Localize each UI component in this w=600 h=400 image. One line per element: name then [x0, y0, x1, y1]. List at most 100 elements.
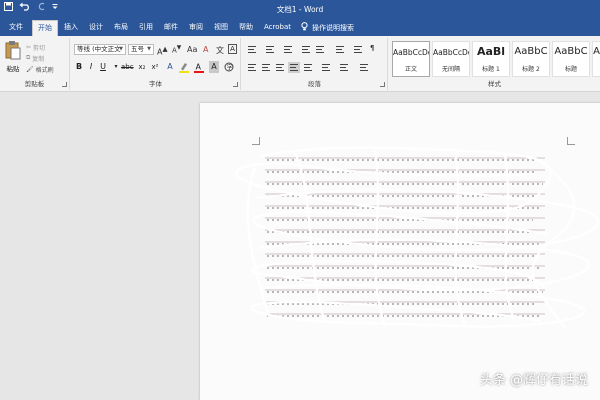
subscript-icon[interactable]: x₂ [137, 61, 147, 73]
font-size-dropdown-icon: ▼ [147, 46, 151, 52]
tell-me-label: 操作说明搜索 [312, 23, 354, 32]
shading-icon[interactable] [338, 62, 350, 73]
document-page[interactable] [200, 103, 600, 400]
ribbon-tabs: 文件 开始 插入 设计 布局 引用 邮件 审阅 视图 帮助 Acrobat 操作… [0, 18, 600, 36]
show-marks-icon[interactable]: ¶ [370, 44, 382, 55]
style-heading-1-preview: AaBl [476, 45, 506, 58]
style-no-spacing[interactable]: AaBbCcDc 无间隔 [432, 41, 470, 77]
style-normal-preview: AaBbCcDc [393, 48, 429, 57]
paragraph-group-label: 段落 [308, 80, 321, 88]
text-effects-icon[interactable]: A [165, 61, 175, 73]
copy-icon: ⧉ [26, 54, 31, 61]
font-size-value: 五号 [131, 45, 144, 53]
style-heading-2[interactable]: AaBbC 标题 2 [512, 41, 550, 77]
clipboard-launcher-icon[interactable] [62, 82, 67, 87]
align-right-icon[interactable] [274, 62, 286, 73]
borders-icon[interactable] [358, 62, 370, 73]
clear-formatting-icon[interactable]: A [203, 45, 208, 54]
style-more-preview: A [593, 46, 600, 57]
tab-review[interactable]: 审阅 [184, 20, 208, 36]
paragraph-launcher-icon[interactable] [380, 82, 385, 87]
bullets-icon[interactable] [246, 44, 258, 55]
align-center-icon[interactable] [260, 62, 272, 73]
paste-button[interactable]: 粘贴 [3, 40, 23, 76]
document-title: 文档1 - Word [276, 5, 324, 14]
clipboard-group: 粘贴 ✂ 剪切 ⧉ 复制 🖌 格式刷 剪贴板 [0, 38, 70, 90]
align-left-icon[interactable] [246, 62, 258, 73]
style-title-preview: AaBbC [554, 46, 588, 57]
bold-button[interactable]: B [74, 61, 84, 73]
tab-home[interactable]: 开始 [32, 20, 58, 36]
underline-button[interactable]: U [98, 61, 108, 73]
tab-help[interactable]: 帮助 [234, 20, 258, 36]
font-group: 等线 (中文正文 ▼ 五号 ▼ A▲ A▼ Aa A 文 A B I U ▾ a… [71, 38, 241, 90]
character-shading-icon[interactable]: A [209, 61, 219, 73]
format-painter-button[interactable]: 🖌 格式刷 [26, 64, 54, 74]
style-heading-2-name: 标题 2 [522, 66, 540, 73]
paste-label: 粘贴 [6, 65, 20, 73]
strikethrough-icon[interactable]: abc [121, 61, 134, 73]
increase-indent-icon[interactable] [314, 44, 326, 55]
svg-text:字: 字 [227, 63, 233, 71]
font-name-select[interactable]: 等线 (中文正文 ▼ [74, 44, 126, 55]
decrease-indent-icon[interactable] [300, 44, 312, 55]
distributed-icon[interactable] [302, 62, 314, 73]
font-group-label: 字体 [149, 80, 162, 88]
style-no-spacing-name: 无间隔 [441, 66, 460, 73]
tab-mailings[interactable]: 邮件 [159, 20, 183, 36]
tab-layout[interactable]: 布局 [109, 20, 133, 36]
svg-text:A: A [196, 63, 202, 72]
italic-button[interactable]: I [86, 61, 96, 73]
grow-font-icon[interactable]: A▲ [157, 45, 168, 57]
tab-references[interactable]: 引用 [134, 20, 158, 36]
chinese-layout-icon[interactable] [334, 44, 346, 55]
style-heading-2-preview: AaBbC [514, 46, 548, 57]
style-no-spacing-preview: AaBbCcDc [433, 48, 469, 57]
clipboard-icon [5, 41, 21, 62]
tab-acrobat[interactable]: Acrobat [259, 20, 296, 36]
styles-group: AaBbCcDc 正文 AaBbCcDc 无间隔 AaBl 标题 1 AaBbC… [389, 38, 600, 90]
clipboard-group-label: 剪贴板 [24, 80, 45, 88]
lightbulb-icon [301, 22, 308, 33]
document-canvas: 头条 @辉仔有话说 [0, 93, 600, 400]
cut-button[interactable]: ✂ 剪切 [26, 42, 45, 52]
multilevel-list-icon[interactable] [282, 44, 294, 55]
enclose-character-icon[interactable]: A [228, 44, 237, 54]
tab-view[interactable]: 视图 [209, 20, 233, 36]
underline-dropdown-icon[interactable]: ▾ [111, 61, 121, 73]
style-title-name: 标题 [564, 66, 577, 73]
copy-label: 复制 [32, 55, 45, 63]
line-spacing-icon[interactable] [320, 62, 332, 73]
tell-me-search[interactable]: 操作说明搜索 [301, 22, 354, 33]
ribbon-home: 粘贴 ✂ 剪切 ⧉ 复制 🖌 格式刷 剪贴板 等线 (中文正文 ▼ 五号 ▼ A… [0, 36, 600, 92]
tab-file[interactable]: 文件 [4, 20, 28, 36]
watermark-text: 头条 @辉仔有话说 [479, 373, 588, 388]
style-normal[interactable]: AaBbCcDc 正文 [392, 41, 430, 77]
change-case-icon[interactable]: Aa [187, 45, 197, 54]
phonetic-guide-icon[interactable]: 文 [216, 45, 224, 56]
format-painter-label: 格式刷 [35, 66, 54, 74]
numbering-icon[interactable] [264, 44, 276, 55]
shrink-font-icon[interactable]: A▼ [172, 45, 181, 54]
styles-group-label: 样式 [488, 80, 501, 88]
font-size-select[interactable]: 五号 ▼ [128, 44, 154, 55]
style-heading-1-name: 标题 1 [482, 66, 500, 73]
sort-icon[interactable] [352, 44, 364, 55]
font-name-dropdown-icon: ▼ [119, 46, 123, 52]
superscript-icon[interactable]: x² [150, 61, 160, 73]
redacted-text-scribble [235, 146, 600, 329]
paintbrush-icon: 🖌 [26, 65, 34, 73]
highlight-icon[interactable] [179, 61, 189, 73]
style-title[interactable]: AaBbC 标题 [552, 41, 590, 77]
character-border-icon[interactable]: 字 [224, 61, 234, 73]
tab-insert[interactable]: 插入 [59, 20, 83, 36]
tab-design[interactable]: 设计 [84, 20, 108, 36]
font-color-icon[interactable]: A [194, 61, 204, 73]
cut-label: 剪切 [33, 44, 46, 52]
style-more[interactable]: A [592, 41, 600, 77]
copy-button[interactable]: ⧉ 复制 [26, 53, 44, 63]
justify-icon[interactable] [288, 62, 300, 73]
style-heading-1[interactable]: AaBl 标题 1 [472, 41, 510, 77]
style-normal-name: 正文 [404, 66, 417, 73]
font-launcher-icon[interactable] [233, 82, 238, 87]
